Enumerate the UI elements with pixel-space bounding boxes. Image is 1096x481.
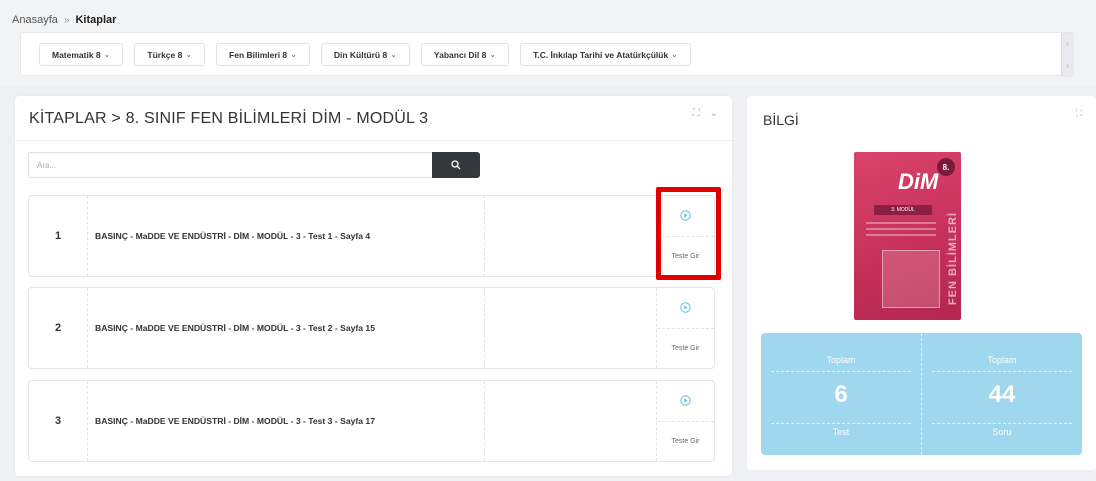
book-cover: 8. DiM 3. MODÜL FEN BİLİMLERİ bbox=[854, 152, 961, 320]
play-icon bbox=[680, 395, 691, 406]
test-number: 3 bbox=[29, 381, 88, 461]
play-icon bbox=[680, 210, 691, 221]
chevron-down-icon: ⌄ bbox=[103, 50, 111, 59]
stat-label: Toplam bbox=[987, 355, 1017, 365]
chevron-down-icon: ⌄ bbox=[390, 50, 397, 59]
stat-unit: Soru bbox=[992, 427, 1012, 437]
subject-tab-matematik[interactable]: Matematik 8 ⌄ bbox=[39, 43, 124, 66]
chevron-down-icon: ⌄ bbox=[671, 50, 678, 59]
subject-tab-yabanci-dil[interactable]: Yabancı Dil 8 ⌄ bbox=[420, 43, 510, 66]
test-number: 1 bbox=[29, 196, 88, 276]
stat-label: Toplam bbox=[826, 355, 856, 365]
test-number: 2 bbox=[29, 288, 88, 368]
books-panel: KİTAPLAR > 8. SINIF FEN BİLİMLERİ DİM - … bbox=[15, 96, 732, 476]
page-title: KİTAPLAR > 8. SINIF FEN BİLİMLERİ DİM - … bbox=[29, 110, 429, 127]
list-item: 3 BASINÇ - MaDDE VE ENDÜSTRİ - DİM - MOD… bbox=[28, 380, 715, 462]
cover-grade: 8. bbox=[937, 158, 955, 176]
play-button[interactable] bbox=[657, 288, 714, 329]
chevron-down-icon: ⌄ bbox=[185, 50, 193, 59]
stat-value: 6 bbox=[834, 381, 848, 408]
subject-tab-din[interactable]: Din Kültürü 8 ⌄ bbox=[320, 43, 410, 66]
test-name: BASINÇ - MaDDE VE ENDÜSTRİ - DİM - MODÜL… bbox=[88, 381, 485, 461]
cover-module: 3. MODÜL bbox=[874, 205, 932, 215]
enter-test-button[interactable]: Teste Gir bbox=[657, 329, 714, 369]
search-button[interactable] bbox=[432, 152, 480, 178]
divider bbox=[15, 140, 732, 141]
play-button[interactable] bbox=[657, 196, 714, 237]
subject-tab-turkce[interactable]: Türkçe 8 ⌄ bbox=[134, 43, 206, 66]
list-item: 2 BASINÇ - MaDDE VE ENDÜSTRİ - DİM - MOD… bbox=[28, 287, 715, 369]
search-icon bbox=[451, 160, 461, 170]
play-icon bbox=[680, 302, 691, 313]
search-bar bbox=[28, 152, 480, 178]
info-title: BİLGİ bbox=[763, 112, 799, 128]
chevron-down-icon: ⌄ bbox=[290, 50, 297, 59]
chevron-down-icon[interactable]: ⌄ bbox=[710, 108, 718, 119]
list-item: 1 BASINÇ - MaDDE VE ENDÜSTRİ - DİM - MOD… bbox=[28, 195, 715, 277]
subject-tab-fen[interactable]: Fen Bilimleri 8 ⌄ bbox=[216, 43, 310, 66]
expand-icon[interactable]: ⛶ bbox=[1076, 108, 1082, 119]
stat-questions: Toplam 44 Soru bbox=[921, 333, 1082, 455]
enter-test-button[interactable]: Teste Gir bbox=[657, 422, 714, 462]
test-name: BASINÇ - MaDDE VE ENDÜSTRİ - DİM - MODÜL… bbox=[88, 196, 485, 276]
stat-unit: Test bbox=[832, 427, 850, 437]
breadcrumb-current: Kitaplar bbox=[75, 14, 117, 26]
enter-test-button[interactable]: Teste Gir bbox=[657, 237, 714, 277]
play-button[interactable] bbox=[657, 381, 714, 422]
search-input[interactable] bbox=[28, 152, 432, 178]
breadcrumb-separator: » bbox=[63, 14, 70, 26]
subject-nav: Matematik 8 ⌄ Türkçe 8 ⌄ Fen Bilimleri 8 ⌄ … bbox=[20, 32, 1074, 77]
cover-subject: FEN BİLİMLERİ bbox=[947, 212, 959, 306]
cover-logo: DiM bbox=[898, 169, 939, 194]
subject-tab-inkilap[interactable]: T.C. İnkılap Tarihi ve Atatürkçülük ⌄ bbox=[520, 43, 691, 66]
stat-tests: Toplam 6 Test bbox=[761, 333, 921, 455]
breadcrumb-home[interactable]: Anasayfa bbox=[12, 14, 58, 26]
scroll-up-icon[interactable]: › bbox=[1061, 33, 1073, 55]
chevron-down-icon: ⌄ bbox=[489, 50, 497, 59]
top-bar: Anasayfa » Kitaplar Matematik 8 ⌄ Türkçe … bbox=[0, 0, 1096, 86]
breadcrumb: Anasayfa » Kitaplar bbox=[12, 14, 116, 26]
nav-scroll-arrows[interactable]: › ‹ bbox=[1061, 33, 1073, 77]
test-name: BASINÇ - MaDDE VE ENDÜSTRİ - DİM - MODÜL… bbox=[88, 288, 485, 368]
info-panel: BİLGİ ⛶ 8. DiM 3. MODÜL FEN BİLİMLERİ To… bbox=[747, 96, 1096, 470]
scroll-down-icon[interactable]: ‹ bbox=[1061, 55, 1073, 77]
stats-box: Toplam 6 Test Toplam 44 Soru bbox=[761, 333, 1082, 455]
stat-value: 44 bbox=[988, 381, 1016, 408]
expand-icon[interactable]: ⛶ bbox=[693, 108, 700, 119]
